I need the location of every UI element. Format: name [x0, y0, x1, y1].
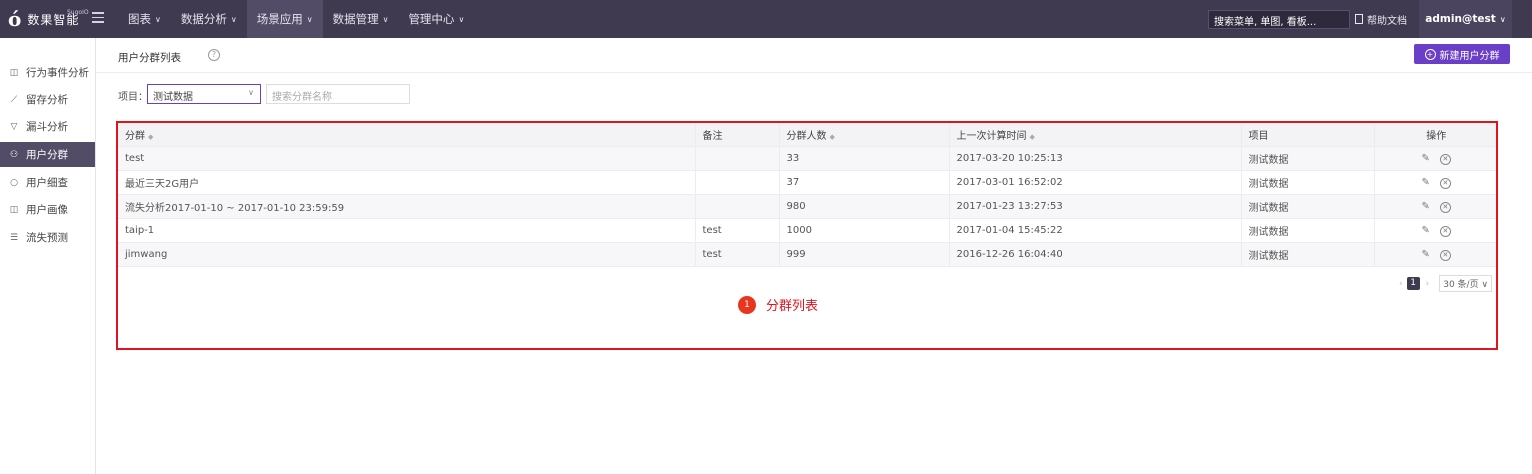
user-menu[interactable]: admin@test ∨ — [1419, 0, 1512, 38]
sidebar-item-funnel[interactable]: ▽ 漏斗分析 — [0, 114, 95, 139]
nav-label: 管理中心 — [408, 12, 455, 26]
project-filter-label: 项目： — [118, 92, 148, 103]
help-label: 帮助文档 — [1367, 15, 1407, 27]
users-icon: ⚇ — [9, 149, 19, 160]
sidebar-item-churn-prediction[interactable]: ☰ 流失预测 — [0, 225, 95, 250]
new-segment-label: 新建用户分群 — [1439, 50, 1500, 62]
chart-icon: ⟋ — [10, 94, 18, 105]
page-title: 用户分群列表 — [118, 52, 181, 64]
sidebar-item-retention[interactable]: ⟋ 留存分析 — [0, 87, 95, 112]
sidebar-item-user-portrait[interactable]: ◫ 用户画像 — [0, 197, 95, 222]
segment-search-input[interactable]: 搜索分群名称 — [266, 84, 410, 104]
sidebar-item-label: 行为事件分析 — [26, 67, 89, 79]
project-select-value: 测试数据 — [153, 92, 193, 103]
page-header: 用户分群列表 ? + 新建用户分群 — [96, 38, 1532, 73]
nav-label: 数据分析 — [180, 12, 227, 26]
sidebar-item-label: 留存分析 — [26, 94, 68, 106]
nav-label: 数据管理 — [332, 12, 379, 26]
sidebar-item-label: 流失预测 — [26, 232, 68, 244]
user-name: admin@test — [1425, 13, 1496, 25]
chevron-down-icon: ∨ — [458, 14, 465, 24]
sidebar-item-label: 用户分群 — [26, 149, 68, 161]
portrait-icon: ◫ — [9, 204, 19, 215]
nav-item-scenarios[interactable]: 场景应用 ∨ — [246, 0, 323, 38]
logo-sup: SugoIO — [67, 9, 89, 16]
sidebar-item-event-analysis[interactable]: ◫ 行为事件分析 — [0, 60, 95, 85]
help-docs-link[interactable]: 帮助文档 — [1355, 0, 1407, 38]
annotation-callout: 1 分群列表 — [738, 295, 818, 314]
project-select[interactable]: 测试数据 ∨ — [147, 84, 261, 104]
chevron-down-icon: ∨ — [382, 14, 389, 24]
event-icon: ◫ — [9, 67, 19, 78]
sidebar-item-label: 用户细查 — [26, 177, 68, 189]
chevron-down-icon: ∨ — [155, 14, 161, 24]
sidebar-item-label: 漏斗分析 — [26, 121, 68, 133]
chevron-down-icon: ∨ — [248, 88, 254, 97]
nav-item-data-management[interactable]: 数据管理 ∨ — [323, 0, 399, 38]
funnel-icon: ▽ — [10, 121, 18, 132]
main-nav: 图表 ∨ 数据分析 ∨ 场景应用 ∨ 数据管理 ∨ 管理中心 ∨ — [118, 0, 474, 38]
annotation-label: 分群列表 — [766, 299, 819, 314]
nav-label: 图表 — [128, 12, 151, 26]
sidebar: ◫ 行为事件分析 ⟋ 留存分析 ▽ 漏斗分析 ⚇ 用户分群 ○ 用户细查 ◫ 用… — [0, 38, 96, 474]
chevron-down-icon: ∨ — [230, 14, 237, 24]
top-nav-bar: ó 数果智能 SugoIO 图表 ∨ 数据分析 ∨ 场景应用 ∨ 数据管理 ∨ 管理中心… — [0, 0, 1532, 38]
sidebar-item-label: 用户画像 — [26, 204, 68, 216]
menu-icon[interactable] — [92, 12, 104, 23]
list-icon: ☰ — [9, 232, 19, 243]
chevron-down-icon: ∨ — [306, 14, 313, 24]
nav-item-charts[interactable]: 图表 ∨ — [118, 0, 171, 38]
plus-icon: + — [1424, 48, 1436, 60]
document-icon — [1355, 14, 1363, 24]
sidebar-item-user-lookup[interactable]: ○ 用户细查 — [0, 170, 95, 195]
nav-item-analysis[interactable]: 数据分析 ∨ — [171, 0, 247, 38]
new-segment-button[interactable]: + 新建用户分群 — [1414, 44, 1510, 64]
annotation-number: 1 — [738, 295, 756, 314]
menu-search-input[interactable]: 搜索菜单, 单图, 看板... — [1208, 10, 1350, 29]
nav-label: 场景应用 — [256, 12, 303, 26]
logo-mark: ó — [8, 7, 22, 31]
sidebar-item-user-segments[interactable]: ⚇ 用户分群 — [0, 142, 95, 167]
help-icon[interactable]: ? — [208, 49, 220, 61]
search-icon: ○ — [10, 177, 18, 188]
chevron-down-icon: ∨ — [1499, 14, 1506, 24]
nav-item-admin-center[interactable]: 管理中心 ∨ — [398, 0, 474, 38]
logo[interactable]: ó 数果智能 SugoIO — [8, 0, 89, 38]
annotation-highlight-box — [116, 121, 1498, 350]
